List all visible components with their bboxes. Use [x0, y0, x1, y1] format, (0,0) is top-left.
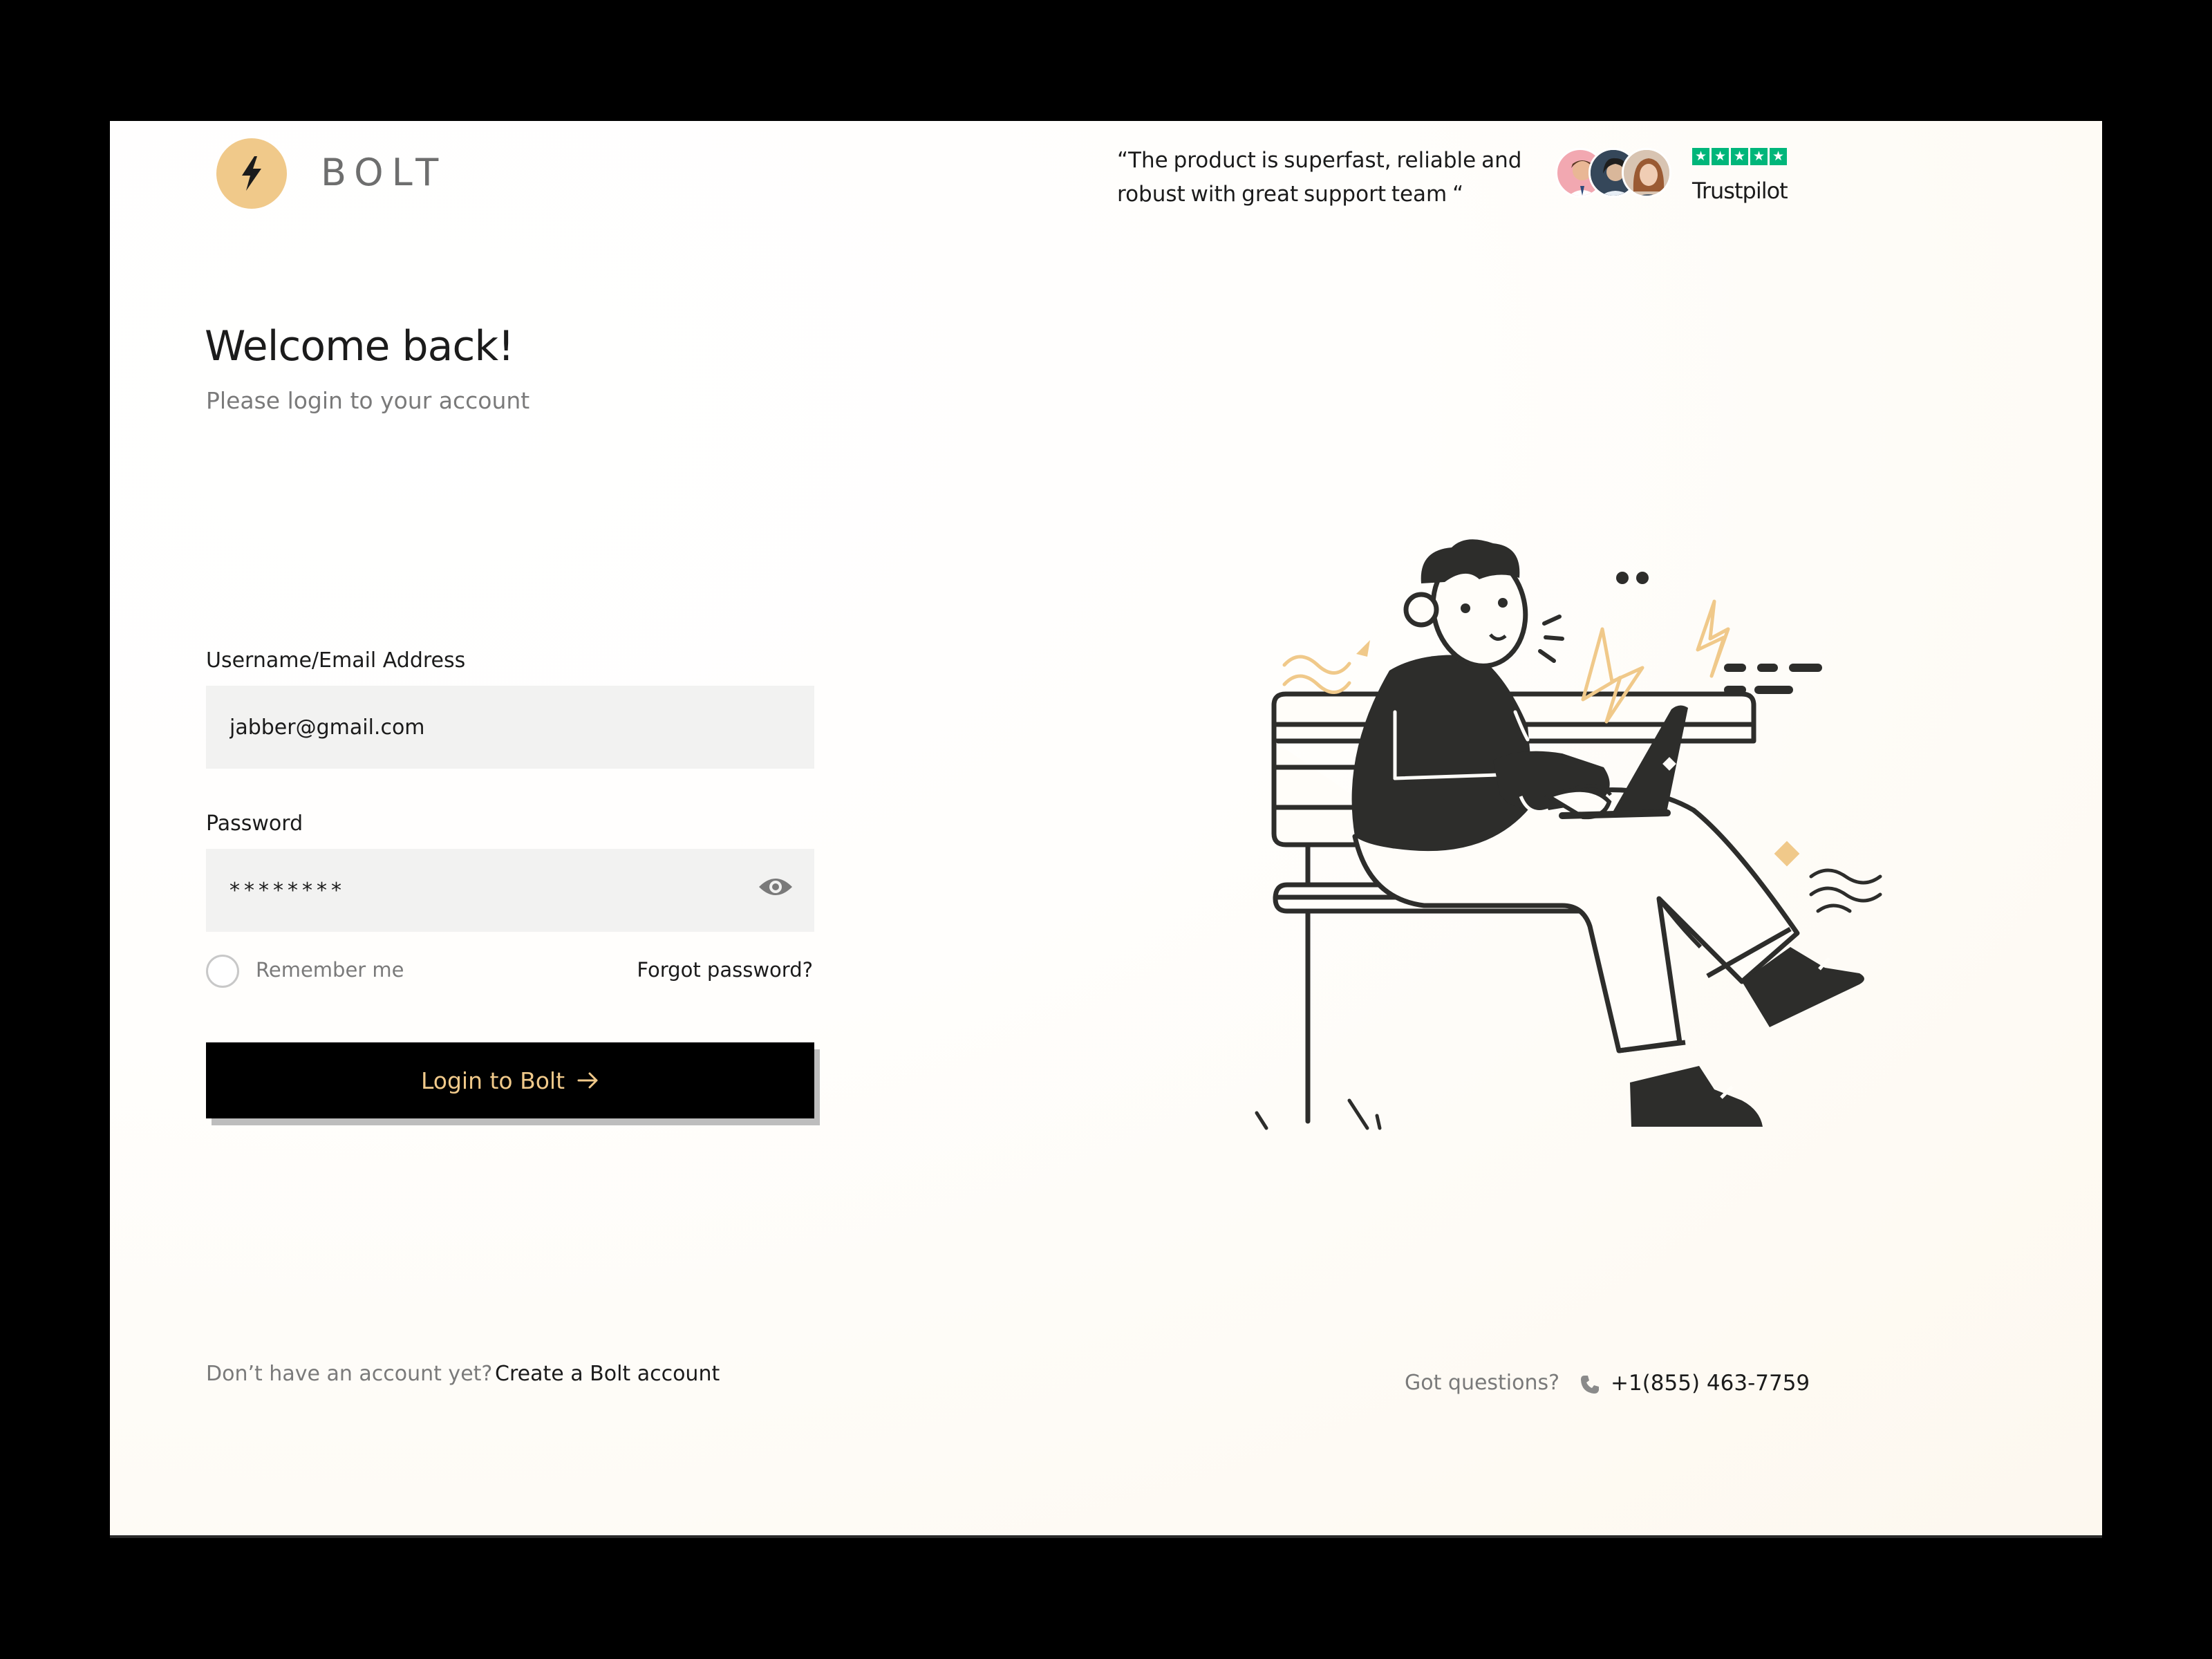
star-icon: ★ [1692, 148, 1709, 165]
page-subtitle: Please login to your account [206, 387, 530, 414]
password-label: Password [206, 812, 303, 836]
star-icon: ★ [1712, 148, 1729, 165]
star-icon: ★ [1770, 148, 1787, 165]
eye-icon[interactable] [758, 873, 794, 901]
create-account-link[interactable]: Create a Bolt account [495, 1362, 720, 1386]
forgot-password-link[interactable]: Forgot password? [636, 958, 813, 982]
avatar [1622, 148, 1671, 198]
questions-label: Got questions? [1405, 1371, 1560, 1395]
reviewer-avatars [1555, 148, 1687, 203]
star-icon: ★ [1750, 148, 1768, 165]
login-button-label: Login to Bolt [420, 1067, 565, 1094]
person-on-bench-illustration [1255, 539, 1882, 1130]
remember-me-checkbox[interactable] [206, 955, 239, 988]
star-icon: ★ [1731, 148, 1748, 165]
login-button[interactable]: Login to Bolt [206, 1042, 814, 1118]
card-edge [110, 1535, 2102, 1538]
rating-stars: ★ ★ ★ ★ ★ [1692, 148, 1787, 165]
signup-prompt: Don’t have an account yet? [206, 1362, 493, 1386]
phone-icon [1581, 1376, 1599, 1394]
brand-name: BOLT [321, 151, 447, 194]
password-input[interactable] [206, 849, 814, 932]
username-input[interactable] [206, 686, 814, 769]
remember-me-label: Remember me [256, 958, 404, 982]
page-title: Welcome back! [205, 322, 514, 371]
phone-number[interactable]: +1(855) 463-7759 [1611, 1371, 1810, 1396]
testimonial-quote: “The product is superfast, reliable and … [1117, 148, 1522, 207]
arrow-right-icon [577, 1072, 598, 1089]
username-label: Username/Email Address [206, 648, 466, 673]
trustpilot-label: Trustpilot [1692, 178, 1788, 204]
logo-icon [216, 138, 287, 209]
lightning-bolt-icon [242, 156, 261, 191]
